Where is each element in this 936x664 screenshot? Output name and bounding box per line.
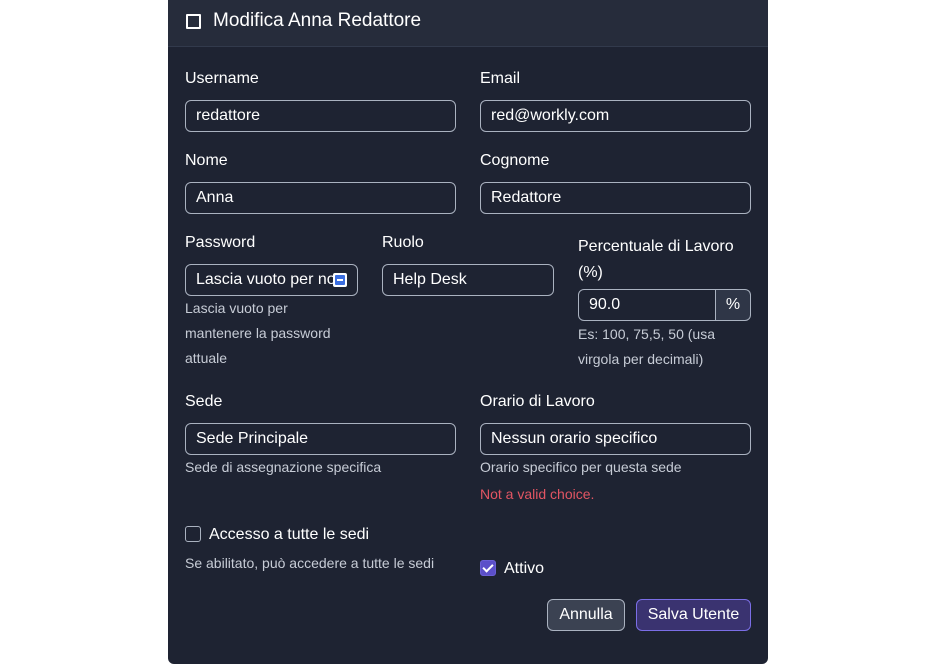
email-field[interactable]: red@workly.com	[480, 100, 751, 132]
attivo-checkbox[interactable]	[480, 560, 496, 576]
percentuale-label-line-1: Percentuale di Lavoro	[578, 238, 734, 255]
percentuale-help: Es: 100, 75,5, 50 (usa virgola per decim…	[578, 322, 715, 372]
password-help-line-1: Lascia vuoto per	[185, 300, 288, 316]
save-user-button[interactable]: Salva Utente	[636, 599, 751, 631]
attivo-label[interactable]: Attivo	[504, 560, 544, 578]
percentuale-help-line-2: virgola per decimali)	[578, 351, 704, 367]
nome-label: Nome	[185, 152, 228, 169]
ruolo-select[interactable]: Help Desk	[382, 264, 554, 296]
edit-user-modal: Modifica Anna Redattore Username redatto…	[168, 0, 768, 664]
ruolo-label: Ruolo	[382, 234, 424, 251]
accesso-label[interactable]: Accesso a tutte le sedi	[209, 526, 369, 544]
orario-select[interactable]: Nessun orario specifico	[480, 423, 751, 455]
cognome-field[interactable]: Redattore	[480, 182, 751, 214]
orario-label: Orario di Lavoro	[480, 393, 595, 410]
nome-field[interactable]: Anna	[185, 182, 456, 214]
password-help-line-2: mantenere la password	[185, 325, 331, 341]
orario-error: Not a valid choice.	[480, 486, 595, 502]
password-help: Lascia vuoto per mantenere la password a…	[185, 296, 331, 371]
orario-help: Orario specifico per questa sede	[480, 459, 682, 475]
password-help-line-3: attuale	[185, 350, 228, 366]
password-field[interactable]: Lascia vuoto per no	[185, 264, 358, 296]
sede-help: Sede di assegnazione specifica	[185, 459, 382, 475]
percentuale-help-line-1: Es: 100, 75,5, 50 (usa	[578, 326, 715, 342]
email-label: Email	[480, 70, 521, 87]
percentuale-label-line-2: (%)	[578, 264, 603, 281]
modal-title: Modifica Anna Redattore	[213, 10, 422, 31]
cancel-button[interactable]: Annulla	[547, 599, 625, 631]
username-field[interactable]: redattore	[185, 100, 456, 132]
modal-header: Modifica Anna Redattore	[168, 0, 768, 47]
percentuale-label: Percentuale di Lavoro (%)	[578, 234, 734, 286]
accesso-checkbox[interactable]	[185, 526, 201, 542]
password-label: Password	[185, 234, 256, 251]
sede-select[interactable]: Sede Principale	[185, 423, 456, 455]
password-placeholder: Lascia vuoto per no	[196, 271, 336, 288]
username-label: Username	[185, 70, 259, 87]
percent-addon: %	[716, 289, 751, 321]
cognome-label: Cognome	[480, 152, 550, 169]
password-manager-icon[interactable]	[333, 273, 347, 287]
percentuale-field[interactable]: 90.0	[578, 289, 716, 321]
sede-label: Sede	[185, 393, 223, 410]
square-icon	[186, 14, 201, 29]
accesso-help: Se abilitato, può accedere a tutte le se…	[185, 555, 435, 571]
